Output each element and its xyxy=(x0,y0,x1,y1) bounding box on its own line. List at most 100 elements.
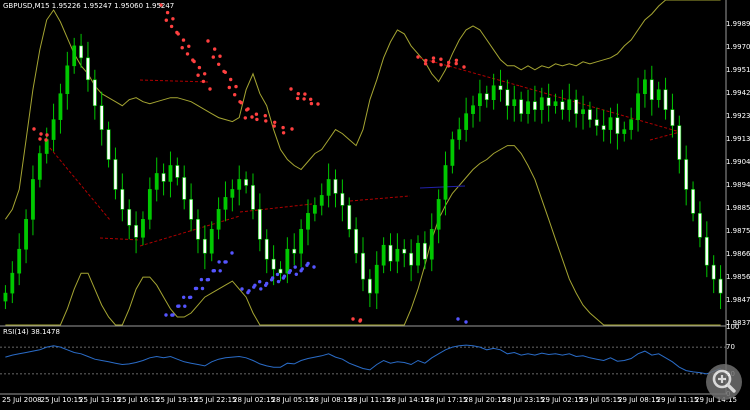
bull-candle xyxy=(553,101,558,106)
bull-candle xyxy=(237,179,242,190)
sell-arrow xyxy=(196,73,200,77)
signal-arrows xyxy=(32,3,468,324)
bear-candle xyxy=(718,278,723,294)
trend-segment xyxy=(239,203,313,213)
bull-candle xyxy=(299,228,304,254)
sell-arrow xyxy=(201,79,206,84)
price-tick-label: 1.99890 xyxy=(726,20,750,28)
bear-candle xyxy=(691,189,695,214)
sell-arrow xyxy=(238,100,242,104)
bull-candle xyxy=(312,205,317,214)
buy-arrow xyxy=(246,290,250,295)
sell-arrow xyxy=(423,62,428,66)
bear-candle xyxy=(182,177,187,200)
buy-arrow xyxy=(252,285,256,289)
buy-arrow xyxy=(287,270,291,275)
bull-candle xyxy=(477,93,482,106)
bull-candle xyxy=(306,213,310,230)
bull-candle xyxy=(450,139,455,166)
bull-candle xyxy=(643,79,647,95)
sell-arrow xyxy=(272,124,276,128)
rsi-tick-label: 100 xyxy=(726,323,740,331)
bull-candle xyxy=(44,139,49,154)
time-tick-label: 25 Jul 10:15 xyxy=(40,396,83,404)
buy-arrow xyxy=(264,283,268,287)
bear-candle xyxy=(92,79,97,106)
bull-candle xyxy=(636,93,640,120)
bear-candle xyxy=(519,99,524,114)
time-tick-label: 28 Jul 14:15 xyxy=(387,396,429,404)
bull-candle xyxy=(436,199,441,230)
zoom-button[interactable] xyxy=(706,364,742,400)
buy-arrow xyxy=(223,260,227,264)
upper-band-line xyxy=(4,0,721,220)
buy-arrow xyxy=(464,320,468,324)
bear-candle xyxy=(79,45,83,59)
sell-arrow xyxy=(296,92,300,96)
sell-arrow xyxy=(180,46,184,50)
chart-frame xyxy=(0,0,727,395)
sell-arrow xyxy=(229,77,233,82)
bear-candle xyxy=(161,173,166,182)
bull-candle xyxy=(3,292,8,302)
bear-candle xyxy=(292,248,297,254)
price-tick-label: 1.99230 xyxy=(726,112,750,120)
buy-arrow xyxy=(205,278,209,282)
sell-arrow xyxy=(446,64,451,68)
bear-candle xyxy=(257,209,262,240)
bear-candle xyxy=(340,193,345,206)
price-tick-label: 1.99705 xyxy=(726,43,750,51)
bear-candle xyxy=(106,129,111,160)
bear-candle xyxy=(546,97,551,106)
chart-window[interactable]: GBPUSD,M15 1.95226 1.95247 1.95060 1.952… xyxy=(0,0,750,406)
bear-candle xyxy=(533,101,537,110)
sell-arrow xyxy=(227,85,231,90)
rsi-tick-label: 70 xyxy=(726,343,735,352)
bear-candle xyxy=(202,238,207,254)
sell-arrow xyxy=(439,63,443,67)
price-tick-label: 1.98660 xyxy=(726,250,750,258)
rsi-line xyxy=(5,344,721,375)
sell-arrow xyxy=(281,125,285,130)
buy-arrow xyxy=(240,287,244,291)
sell-arrow xyxy=(181,38,186,42)
bear-candle xyxy=(189,199,193,220)
buy-arrow xyxy=(456,317,460,321)
trend-segment xyxy=(99,237,141,241)
bear-candle xyxy=(402,248,407,254)
sell-arrow xyxy=(164,18,168,22)
sell-arrow xyxy=(218,54,222,58)
sell-arrow xyxy=(185,52,190,56)
time-tick-label: 28 Jul 20:15 xyxy=(464,396,506,404)
bull-candle xyxy=(10,272,15,294)
buy-arrow xyxy=(182,295,186,299)
bear-candle xyxy=(649,79,654,100)
bull-candle xyxy=(65,65,70,95)
price-tick-label: 1.98470 xyxy=(726,296,750,304)
lower-band-line xyxy=(5,145,721,326)
sell-arrow xyxy=(32,127,36,131)
bear-candle xyxy=(677,125,682,160)
sell-arrow xyxy=(246,107,250,111)
buy-arrow xyxy=(170,313,174,317)
price-tick-label: 1.99510 xyxy=(726,66,750,74)
price-chart[interactable] xyxy=(0,0,750,406)
sell-arrow xyxy=(211,55,215,59)
bull-candle xyxy=(24,219,28,250)
bull-candle xyxy=(31,179,35,220)
sell-arrow xyxy=(309,97,313,102)
bear-candle xyxy=(484,93,489,100)
sell-arrow xyxy=(316,102,320,106)
sell-arrow xyxy=(431,59,435,64)
bear-candle xyxy=(113,159,118,190)
bull-candle xyxy=(429,228,434,260)
buy-arrow xyxy=(183,304,187,308)
price-tick-label: 1.99040 xyxy=(726,158,750,166)
time-tick-label: 25 Jul 2008 xyxy=(2,396,42,404)
price-tick-label: 1.98565 xyxy=(726,273,750,281)
sell-arrow xyxy=(431,56,436,60)
buy-arrow xyxy=(218,269,222,273)
bear-candle xyxy=(388,244,393,262)
sell-arrow xyxy=(302,97,306,101)
bear-candle xyxy=(361,252,365,280)
